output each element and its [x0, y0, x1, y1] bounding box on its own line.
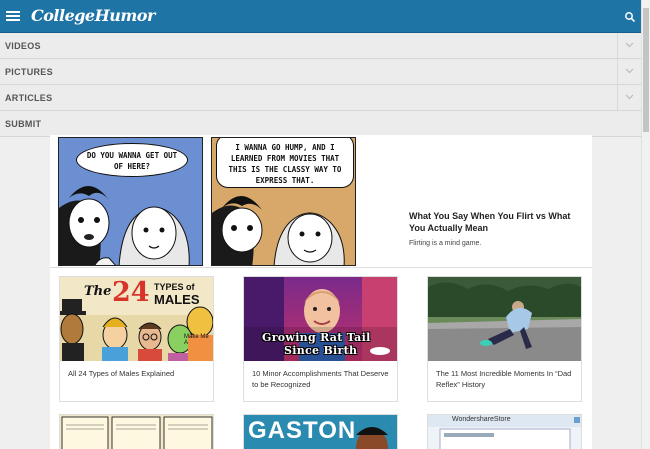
- featured-title[interactable]: What You Say When You Flirt vs What You …: [409, 210, 584, 234]
- nav-item-videos[interactable]: VIDEOS: [0, 33, 641, 59]
- card-title[interactable]: The 11 Most Incredible Moments In “Dad R…: [436, 368, 576, 390]
- top-bar: CollegeHumor: [0, 0, 641, 33]
- nav-label: VIDEOS: [5, 41, 41, 51]
- card-thumbnail[interactable]: Growing Rat Tail Since Birth: [244, 277, 397, 361]
- page-viewport: CollegeHumor VIDEOS PICTURES ARTICLES SU…: [0, 0, 641, 449]
- chevron-down-icon[interactable]: [617, 59, 641, 84]
- chevron-down-icon[interactable]: [617, 85, 641, 110]
- article-card[interactable]: GASTON: [243, 414, 398, 449]
- scrollbar-thumb[interactable]: [643, 8, 649, 132]
- card-image-text: TYPES of: [154, 282, 195, 292]
- card-thumbnail[interactable]: [428, 277, 581, 361]
- card-image-text: GASTON: [248, 417, 357, 444]
- site-logo[interactable]: CollegeHumor: [31, 6, 155, 26]
- scroll-up-arrow-icon[interactable]: [642, 0, 650, 11]
- vertical-scrollbar[interactable]: [641, 0, 650, 449]
- card-image-text: Growing Rat Tail: [262, 331, 371, 344]
- comic-panel-image[interactable]: I WANNA GO HUMP, AND I LEARNED FROM MOVI…: [211, 137, 356, 266]
- card-image-text: Make Me A: [184, 334, 209, 346]
- article-card[interactable]: The 11 Most Incredible Moments In “Dad R…: [427, 276, 582, 402]
- search-icon[interactable]: [624, 10, 636, 23]
- nav-label: ARTICLES: [5, 93, 53, 103]
- article-card[interactable]: The 24 TYPES of MALES Make Me A All 24 T…: [59, 276, 214, 402]
- article-card[interactable]: WondershareStore: [427, 414, 582, 449]
- chevron-down-icon[interactable]: [617, 33, 641, 58]
- card-image-text: The: [84, 284, 112, 299]
- card-image-text: Since Birth: [284, 344, 358, 357]
- hamburger-menu-icon[interactable]: [6, 9, 20, 23]
- card-title[interactable]: 10 Minor Accomplishments That Deserve to…: [252, 368, 392, 390]
- nav-item-articles[interactable]: ARTICLES: [0, 85, 641, 111]
- featured-subtitle: Flirting is a mind game.: [409, 240, 482, 247]
- card-title[interactable]: All 24 Types of Males Explained: [68, 368, 208, 379]
- speech-bubble: DO YOU WANNA GET OUT OF HERE?: [76, 143, 188, 177]
- nav-item-pictures[interactable]: PICTURES: [0, 59, 641, 85]
- scroll-down-arrow-icon[interactable]: [642, 442, 650, 449]
- content-area: DO YOU WANNA GET OUT OF HERE? I WANNA GO…: [50, 135, 592, 449]
- main-nav: VIDEOS PICTURES ARTICLES SUBMIT: [0, 33, 641, 137]
- card-image-text: MALES: [154, 292, 200, 307]
- card-image-text: WondershareStore: [452, 416, 511, 423]
- nav-item-submit[interactable]: SUBMIT: [0, 111, 641, 137]
- card-image-text: 24: [112, 277, 150, 308]
- article-card[interactable]: [59, 414, 214, 449]
- article-card[interactable]: Growing Rat Tail Since Birth 10 Minor Ac…: [243, 276, 398, 402]
- speech-bubble: I WANNA GO HUMP, AND I LEARNED FROM MOVI…: [216, 138, 354, 188]
- comic-panel-image[interactable]: DO YOU WANNA GET OUT OF HERE?: [58, 137, 203, 266]
- card-thumbnail[interactable]: The 24 TYPES of MALES Make Me A: [60, 277, 213, 361]
- featured-article[interactable]: DO YOU WANNA GET OUT OF HERE? I WANNA GO…: [50, 135, 592, 268]
- nav-label: SUBMIT: [5, 119, 42, 129]
- nav-label: PICTURES: [5, 67, 53, 77]
